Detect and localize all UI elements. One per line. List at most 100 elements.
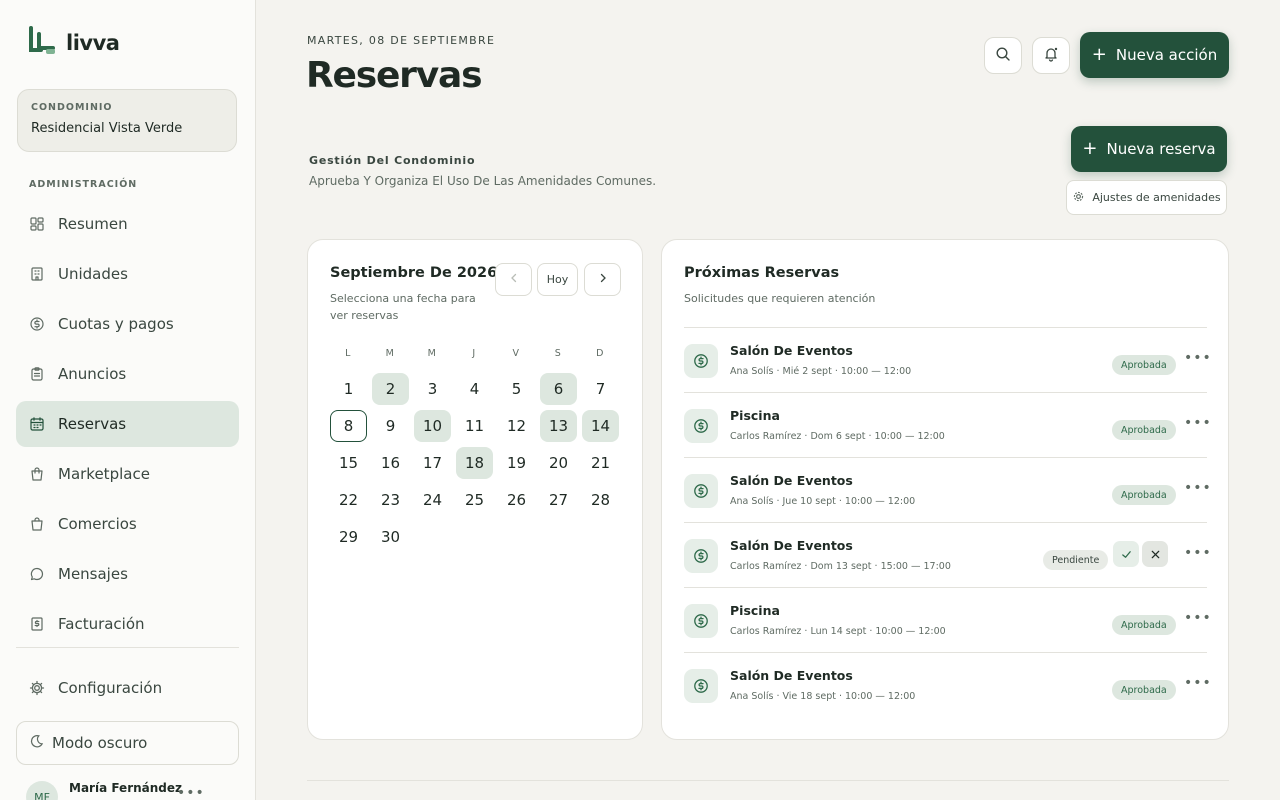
calendar-day[interactable]: 19 <box>498 447 535 479</box>
sidebar-item-label: Unidades <box>58 265 128 283</box>
reservation-row[interactable]: Salón De Eventos Ana Solís · Mié 2 sept ·… <box>684 327 1211 392</box>
sidebar-item-unidades[interactable]: Unidades <box>16 251 239 297</box>
weekday-label: J <box>472 348 476 359</box>
amenity-dollar-icon <box>684 669 718 703</box>
calendar-day[interactable]: 11 <box>456 410 493 442</box>
condo-selector[interactable]: CONDOMINIO Residencial Vista Verde <box>17 89 237 152</box>
today-button[interactable]: Hoy <box>537 263 578 296</box>
calendar-day[interactable]: 17 <box>414 447 451 479</box>
sidebar-item-label: Facturación <box>58 615 145 633</box>
calendar-day[interactable]: 30 <box>372 521 409 553</box>
sidebar-item-anuncios[interactable]: Anuncios <box>16 351 239 397</box>
sidebar-item-label: Cuotas y pagos <box>58 315 174 333</box>
calendar-day[interactable]: 15 <box>330 447 367 479</box>
calendar-day[interactable]: 18 <box>456 447 493 479</box>
status-badge: Aprobada <box>1112 420 1176 440</box>
today-label: Hoy <box>546 273 569 286</box>
calendar-day[interactable]: 21 <box>582 447 619 479</box>
content-divider <box>307 780 1229 781</box>
calendar-day[interactable]: 25 <box>456 484 493 516</box>
sidebar-item-mensajes[interactable]: Mensajes <box>16 551 239 597</box>
user-profile[interactable]: MF María Fernández ••• <box>26 779 226 800</box>
avatar: MF <box>26 781 58 800</box>
dashboard-icon <box>29 216 45 232</box>
sidebar-item-marketplace[interactable]: Marketplace <box>16 451 239 497</box>
more-options-icon[interactable]: ••• <box>1184 675 1212 691</box>
sidebar-item-comercios[interactable]: Comercios <box>16 501 239 547</box>
approve-button[interactable] <box>1113 541 1139 567</box>
prev-month-button[interactable] <box>495 263 532 296</box>
calendar-day[interactable]: 27 <box>540 484 577 516</box>
reservation-row[interactable]: Salón De Eventos Ana Solís · Vie 18 sept … <box>684 652 1211 717</box>
plus-icon: + <box>1082 138 1098 159</box>
calendar-day[interactable]: 20 <box>540 447 577 479</box>
reservation-row[interactable]: Piscina Carlos Ramírez · Lun 14 sept · 10… <box>684 587 1211 652</box>
building-icon <box>29 266 45 282</box>
calendar-day[interactable]: 1 <box>330 373 367 405</box>
calendar-day[interactable]: 13 <box>540 410 577 442</box>
brand-logo[interactable]: livva <box>28 26 120 60</box>
reservation-amenity: Piscina <box>730 408 780 423</box>
reject-button[interactable] <box>1142 541 1168 567</box>
status-badge: Aprobada <box>1112 680 1176 700</box>
check-icon <box>1121 545 1132 564</box>
calendar-day-today[interactable]: 8 <box>330 410 367 442</box>
plus-icon: + <box>1091 44 1107 65</box>
dark-mode-label: Modo oscuro <box>52 734 148 752</box>
weekday-label: M <box>385 348 395 359</box>
amenity-dollar-icon <box>684 344 718 378</box>
calendar-day[interactable]: 12 <box>498 410 535 442</box>
amenity-settings-button[interactable]: Ajustes de amenidades <box>1066 180 1227 215</box>
more-options-icon[interactable]: ••• <box>1184 350 1212 366</box>
sidebar-item-resumen[interactable]: Resumen <box>16 201 239 247</box>
more-options-icon[interactable]: ••• <box>1184 545 1212 561</box>
more-options-icon[interactable]: ••• <box>1184 415 1212 431</box>
weekday-label: D <box>596 348 604 359</box>
reservation-amenity: Piscina <box>730 603 780 618</box>
calendar-day[interactable]: 24 <box>414 484 451 516</box>
gear-icon <box>29 680 45 696</box>
more-options-icon[interactable]: ••• <box>1184 610 1212 626</box>
reservation-row[interactable]: Salón De Eventos Carlos Ramírez · Dom 13 … <box>684 522 1211 587</box>
calendar-day[interactable]: 23 <box>372 484 409 516</box>
status-badge: Aprobada <box>1112 615 1176 635</box>
amenity-dollar-icon <box>684 604 718 638</box>
sidebar-item-label: Configuración <box>58 679 163 697</box>
calendar-day[interactable]: 6 <box>540 373 577 405</box>
page-title: Reservas <box>306 55 483 96</box>
sidebar-item-configuracion[interactable]: Configuración <box>16 665 239 711</box>
notifications-button[interactable] <box>1032 37 1070 74</box>
dark-mode-toggle[interactable]: Modo oscuro <box>16 721 239 765</box>
sidebar-item-reservas[interactable]: Reservas <box>16 401 239 447</box>
calendar-day[interactable]: 2 <box>372 373 409 405</box>
calendar-day[interactable]: 9 <box>372 410 409 442</box>
calendar-day[interactable]: 10 <box>414 410 451 442</box>
calendar-day[interactable]: 26 <box>498 484 535 516</box>
calendar-day[interactable]: 29 <box>330 521 367 553</box>
new-action-label: Nueva acción <box>1115 46 1218 64</box>
more-options-icon[interactable]: ••• <box>1184 480 1212 496</box>
calendar-day[interactable]: 16 <box>372 447 409 479</box>
sidebar-item-label: Comercios <box>58 515 137 533</box>
sidebar-item-facturacion[interactable]: Facturación <box>16 601 239 647</box>
current-date: MARTES, 08 DE SEPTIEMBRE <box>307 34 496 47</box>
reservation-row[interactable]: Piscina Carlos Ramírez · Dom 6 sept · 10:… <box>684 392 1211 457</box>
more-options-icon[interactable]: ••• <box>177 785 205 800</box>
calendar-day[interactable]: 28 <box>582 484 619 516</box>
new-action-button[interactable]: + Nueva acción <box>1080 32 1229 78</box>
amenity-dollar-icon <box>684 539 718 573</box>
sidebar-item-cuotas-y-pagos[interactable]: Cuotas y pagos <box>16 301 239 347</box>
next-month-button[interactable] <box>584 263 621 296</box>
calendar-day[interactable]: 22 <box>330 484 367 516</box>
reservation-amenity: Salón De Eventos <box>730 668 853 683</box>
reservation-row[interactable]: Salón De Eventos Ana Solís · Jue 10 sept … <box>684 457 1211 522</box>
search-button[interactable] <box>984 37 1022 74</box>
calendar-day[interactable]: 14 <box>582 410 619 442</box>
calendar-day[interactable]: 7 <box>582 373 619 405</box>
calendar-day[interactable]: 3 <box>414 373 451 405</box>
reservation-details: Carlos Ramírez · Dom 6 sept · 10:00 — 12… <box>730 431 945 442</box>
sidebar-item-label: Anuncios <box>58 365 127 383</box>
new-reservation-button[interactable]: + Nueva reserva <box>1071 126 1227 172</box>
calendar-day[interactable]: 5 <box>498 373 535 405</box>
calendar-day[interactable]: 4 <box>456 373 493 405</box>
